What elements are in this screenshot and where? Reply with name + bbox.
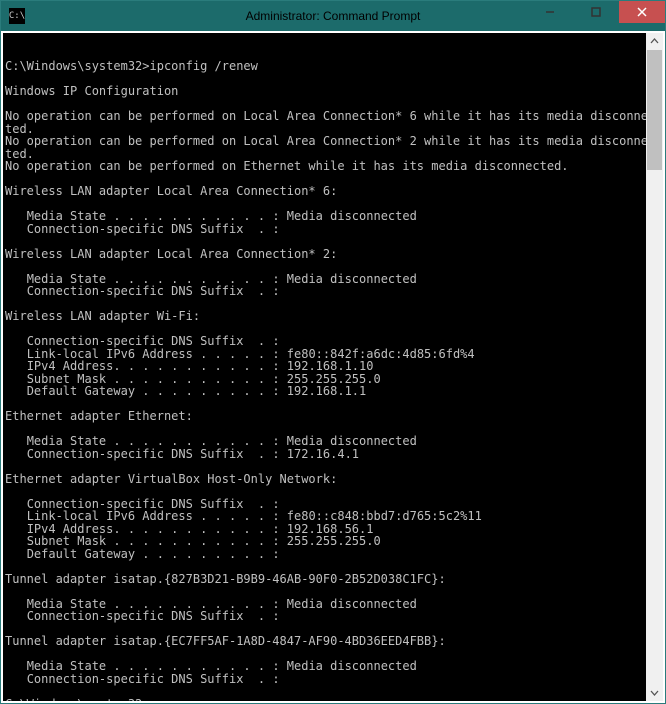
vertical-scrollbar[interactable] bbox=[646, 33, 663, 701]
scroll-down-button[interactable] bbox=[646, 684, 663, 701]
titlebar[interactable]: C:\ Administrator: Command Prompt bbox=[1, 1, 665, 31]
chevron-down-icon bbox=[650, 688, 659, 697]
console-text: C:\Windows\system32>ipconfig /renew Wind… bbox=[5, 60, 661, 703]
scroll-track[interactable] bbox=[646, 50, 663, 684]
chevron-up-icon bbox=[650, 37, 659, 46]
cmd-icon: C:\ bbox=[9, 8, 25, 24]
console-output[interactable]: C:\Windows\system32>ipconfig /renew Wind… bbox=[1, 31, 665, 703]
scroll-thumb[interactable] bbox=[647, 50, 662, 170]
maximize-button[interactable] bbox=[573, 1, 619, 23]
command-prompt-window: C:\ Administrator: Command Prompt C:\Win… bbox=[0, 0, 666, 704]
scroll-up-button[interactable] bbox=[646, 33, 663, 50]
close-icon bbox=[637, 7, 647, 17]
close-button[interactable] bbox=[619, 1, 665, 23]
maximize-icon bbox=[591, 7, 601, 17]
window-controls bbox=[527, 1, 665, 23]
minimize-button[interactable] bbox=[527, 1, 573, 23]
minimize-icon bbox=[545, 7, 555, 17]
